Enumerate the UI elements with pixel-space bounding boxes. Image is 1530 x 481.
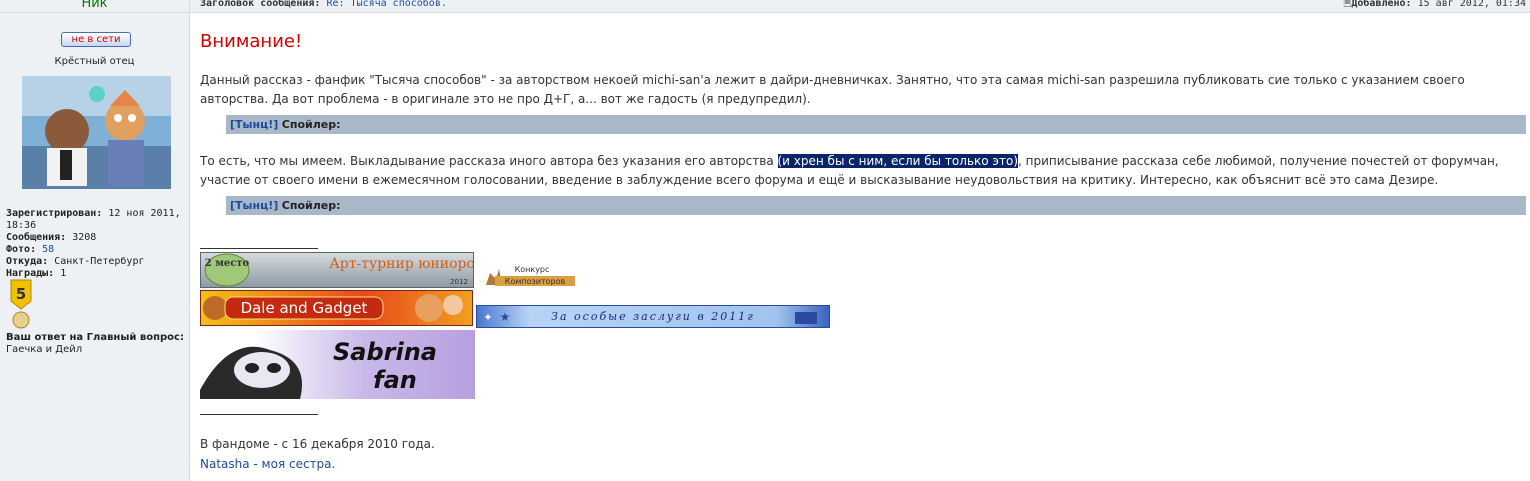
spoiler-toggle-link[interactable]: [Тынц!]: [230, 199, 278, 212]
user-rank: Крёстный отец: [54, 56, 135, 67]
registered-label: Зарегистрирован:: [6, 208, 103, 219]
added-value: 15 авг 2012, 01:34: [1417, 0, 1526, 9]
post-header: Заголовок сообщения: Re: Тысяча способов…: [190, 0, 1530, 13]
photo-link[interactable]: 58: [42, 244, 54, 255]
merit-award-banner[interactable]: ✦ ★ За особые заслуги в 2011г: [476, 305, 830, 328]
awards-value: 1: [60, 268, 67, 279]
banner-merit-text: За особые заслуги в 2011г: [551, 310, 755, 323]
post-body: Внимание! Данный рассказ - фанфик "Тысяч…: [190, 13, 1530, 481]
svg-text:✦: ✦: [483, 311, 492, 324]
avatar: [22, 76, 171, 189]
post-title: Внимание!: [200, 31, 303, 52]
award-medal-icon[interactable]: 5: [10, 279, 32, 329]
post-frame: Ник не в сети Крёстный отец Зарегистриро…: [0, 0, 1530, 481]
answer-value: Гаечка и Дейл: [6, 344, 83, 355]
spoiler-label: Спойлер:: [281, 199, 341, 212]
messages-label: Сообщения:: [6, 232, 67, 243]
spoiler-toggle-link[interactable]: [Тынц!]: [230, 118, 278, 131]
photo-label: Фото:: [6, 244, 37, 255]
sister-link[interactable]: Natasha - моя сестра.: [200, 457, 335, 471]
spoiler-2: [Тынц!] Спойлер:: [226, 196, 1526, 215]
nick-header: Ник: [0, 0, 189, 13]
answer-label: Ваш ответ на Главный вопрос:: [6, 332, 184, 343]
fandom-since-text: В фандоме - с 16 декабря 2010 года.: [200, 437, 435, 451]
paragraph-2-start: То есть, что мы имеем. Выкладывание расс…: [200, 154, 778, 168]
composers-contest-banner[interactable]: Конкурс Композиторов: [477, 263, 575, 287]
art-tournament-banner[interactable]: 2 место Арт-турнир юниоров 2012: [200, 252, 474, 288]
banner-art-year: 2012: [450, 278, 468, 286]
banner-dale-text: Dale and Gadget: [241, 299, 368, 317]
from-label: Откуда:: [6, 256, 49, 267]
medal-number: 5: [16, 285, 26, 303]
spoiler-1: [Тынц!] Спойлер:: [226, 115, 1526, 134]
svg-text:★: ★: [500, 310, 511, 324]
banner-place-text: 2 место: [205, 258, 250, 269]
dale-and-gadget-banner[interactable]: Dale and Gadget: [200, 290, 473, 326]
post-paragraph-1: Данный рассказ - фанфик "Тысяча способов…: [200, 73, 1465, 106]
online-status-badge: не в сети: [61, 32, 131, 47]
banner-sabrina-line2: fan: [373, 366, 417, 394]
messages-value: 3208: [72, 232, 97, 243]
main-question-answer: Ваш ответ на Главный вопрос: Гаечка и Де…: [6, 332, 188, 356]
profile-column: Ник не в сети Крёстный отец Зарегистриро…: [0, 0, 190, 481]
awards-label: Награды:: [6, 268, 55, 279]
profile-info: Зарегистрирован: 12 ноя 2011, 18:36 Сооб…: [6, 208, 188, 280]
sabrina-fan-banner[interactable]: Sabrina fan: [200, 330, 475, 399]
avatar-cartoon-image: [22, 76, 171, 189]
subject-link[interactable]: Re: Тысяча способов.: [326, 0, 446, 9]
from-value: Санкт-Петербург: [54, 256, 145, 267]
banner-konkurs-line2: Композиторов: [505, 277, 566, 286]
highlighted-selection: (и хрен бы с ним, если бы только это): [777, 154, 1019, 168]
banner-konkurs-line1: Конкурс: [515, 265, 550, 274]
banner-sabrina-line1: Sabrina: [333, 338, 437, 366]
post-paragraph-2: То есть, что мы имеем. Выкладывание расс…: [200, 152, 1530, 190]
subject-label: Заголовок сообщения:: [200, 0, 321, 9]
spoiler-label: Спойлер:: [281, 118, 341, 131]
signature-divider: [200, 248, 318, 249]
post-date: 🗎Добавлено: 15 авг 2012, 01:34: [1343, 0, 1526, 9]
post-subject: Заголовок сообщения: Re: Тысяча способов…: [200, 0, 447, 9]
signature-divider: [200, 414, 318, 415]
banner-art-text: Арт-турнир юниоров: [329, 256, 473, 272]
added-label: Добавлено:: [1351, 0, 1412, 9]
